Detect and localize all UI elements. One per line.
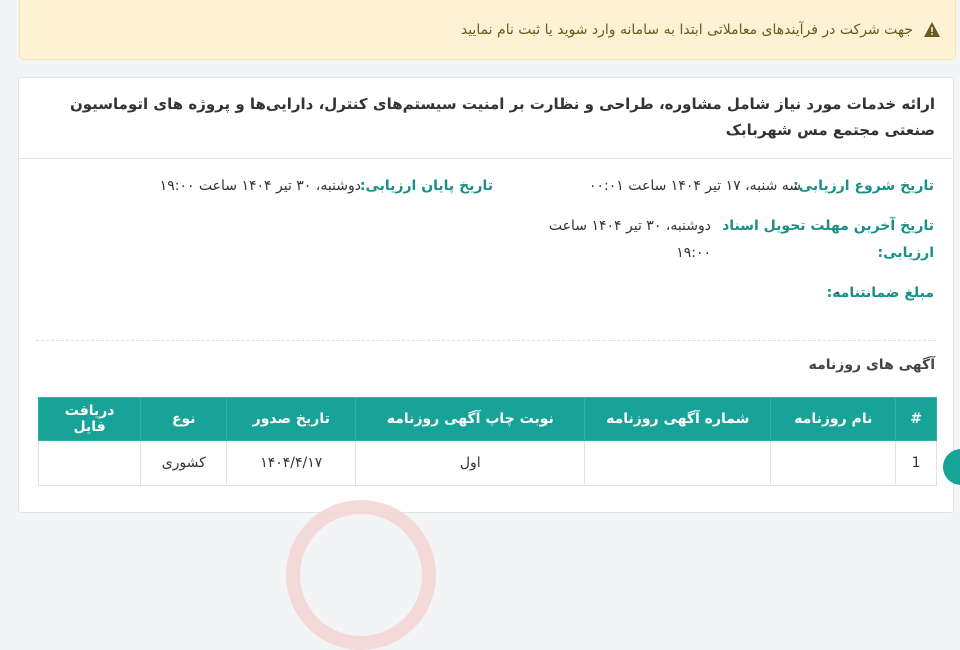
cell-issue-date: ۱۴۰۴/۴/۱۷ [226,440,357,486]
watermark-logo [286,500,436,650]
end-date-value: دوشنبه، ۳۰ تیر ۱۴۰۴ ساعت ۱۹:۰۰ [159,178,361,194]
start-date-value: سه شنبه، ۱۷ تیر ۱۴۰۴ ساعت ۰۰:۰۱ [588,178,801,194]
deadline-label-line2: ارزیابی: [877,245,934,261]
tender-title: ارائه خدمات مورد نیاز شامل مشاوره، طراحی… [19,78,953,159]
guarantee-value: ۰ [833,285,841,301]
table-header-row: # نام روزنامه شماره آگهی روزنامه نوبت چا… [37,397,937,441]
cell-type: کشوری [140,440,228,486]
col-index: # [895,397,937,441]
cell-download-file[interactable] [37,440,142,486]
warning-icon [923,21,941,39]
col-ad-number: شماره آگهی روزنامه [584,397,772,441]
col-type: نوع [140,397,228,441]
col-issue-date: تاریخ صدور [226,397,357,441]
start-date-label: تاریخ شروع ارزیابی: [793,178,934,194]
tender-info: تاریخ شروع ارزیابی: سه شنبه، ۱۷ تیر ۱۴۰۴… [19,159,953,341]
deadline-value-line2: ۱۹:۰۰ [676,245,711,261]
end-date-label: تاریخ پایان ارزیابی: [359,178,493,194]
deadline-label-line1: تاریخ آخرین مهلت تحویل اسناد [722,218,934,234]
newspaper-ads-table: # نام روزنامه شماره آگهی روزنامه نوبت چا… [37,397,937,486]
guarantee-label: مبلغ ضمانتنامه: [826,285,934,301]
col-print-round: نوبت چاپ آگهی روزنامه [355,397,586,441]
table-row: 1 اول ۱۴۰۴/۴/۱۷ کشوری [37,440,937,486]
cell-print-round: اول [355,440,586,486]
cell-newspaper-name [770,440,897,486]
newspaper-ads-title: آگهی های روزنامه [808,357,935,373]
cell-ad-number [584,440,772,486]
alert-text: جهت شرکت در فرآیندهای معاملاتی ابتدا به … [460,21,913,38]
tender-card: ارائه خدمات مورد نیاز شامل مشاوره، طراحی… [18,77,954,513]
col-download-file: دریافت فایل [37,397,142,441]
deadline-value-line1: دوشنبه، ۳۰ تیر ۱۴۰۴ ساعت [548,218,711,234]
col-newspaper-name: نام روزنامه [770,397,897,441]
login-alert: جهت شرکت در فرآیندهای معاملاتی ابتدا به … [19,0,956,60]
section-divider [36,340,936,341]
cell-index: 1 [895,440,937,486]
